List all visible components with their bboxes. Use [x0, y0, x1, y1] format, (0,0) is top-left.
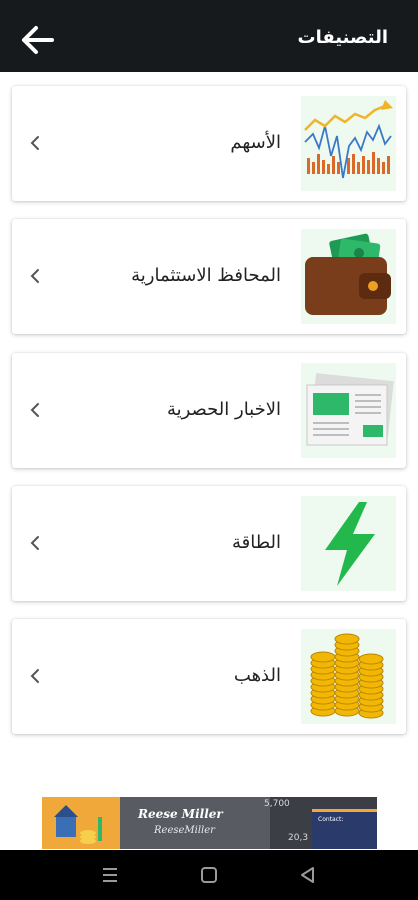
ad-number-bottom: 20,3 [288, 833, 309, 843]
ad-contact-label: Contact: [318, 816, 344, 823]
chevron-left-icon [30, 136, 39, 150]
stock-chart-icon [304, 100, 393, 179]
chevron-left-icon [30, 403, 39, 417]
ad-number-top: 5,700 [264, 799, 290, 809]
chevron-left-icon [30, 669, 39, 683]
lightning-icon [325, 502, 375, 586]
app-bar: التصنيفات [0, 0, 418, 72]
category-card-energy[interactable]: الطاقة [12, 486, 406, 601]
system-nav-bar [0, 850, 418, 900]
stocks-thumbnail [301, 96, 396, 191]
newspaper-icon [306, 373, 394, 446]
chevron-left-icon [30, 269, 39, 283]
home-square-icon [201, 867, 217, 883]
system-back-button[interactable] [296, 864, 320, 886]
back-button[interactable] [18, 22, 58, 58]
back-triangle-icon [301, 867, 314, 883]
category-label: الاخبار الحصرية [166, 399, 281, 420]
category-label: الذهب [233, 665, 281, 686]
gold-coins-icon [310, 633, 384, 719]
ad-signature: ReeseMiller [154, 825, 215, 836]
category-card-gold[interactable]: الذهب [12, 619, 406, 734]
menu-icon [103, 868, 117, 882]
house-coins-icon [54, 805, 102, 844]
arrow-left-icon [22, 26, 54, 54]
category-label: الأسهم [230, 132, 281, 153]
news-thumbnail [301, 363, 396, 458]
chevron-left-icon [30, 536, 39, 550]
ad-middle-panel [120, 797, 270, 849]
ad-illustration [42, 797, 120, 849]
category-label: الطاقة [232, 532, 281, 553]
recents-button[interactable] [98, 864, 122, 886]
ad-contact-box: Contact: [312, 809, 377, 849]
wallet-icon [305, 233, 391, 315]
energy-thumbnail [301, 496, 396, 591]
category-card-news[interactable]: الاخبار الحصرية [12, 353, 406, 468]
page-title: التصنيفات [297, 27, 388, 48]
home-button[interactable] [197, 864, 221, 886]
category-card-portfolios[interactable]: المحافظ الاستثمارية [12, 219, 406, 334]
category-label: المحافظ الاستثمارية [131, 265, 281, 286]
ad-banner[interactable]: Reese Miller ReeseMiller 5,700 20,3 Cont… [42, 797, 377, 849]
ad-name: Reese Miller [138, 807, 223, 821]
portfolios-thumbnail [301, 229, 396, 324]
gold-thumbnail [301, 629, 396, 724]
category-card-stocks[interactable]: الأسهم [12, 86, 406, 201]
